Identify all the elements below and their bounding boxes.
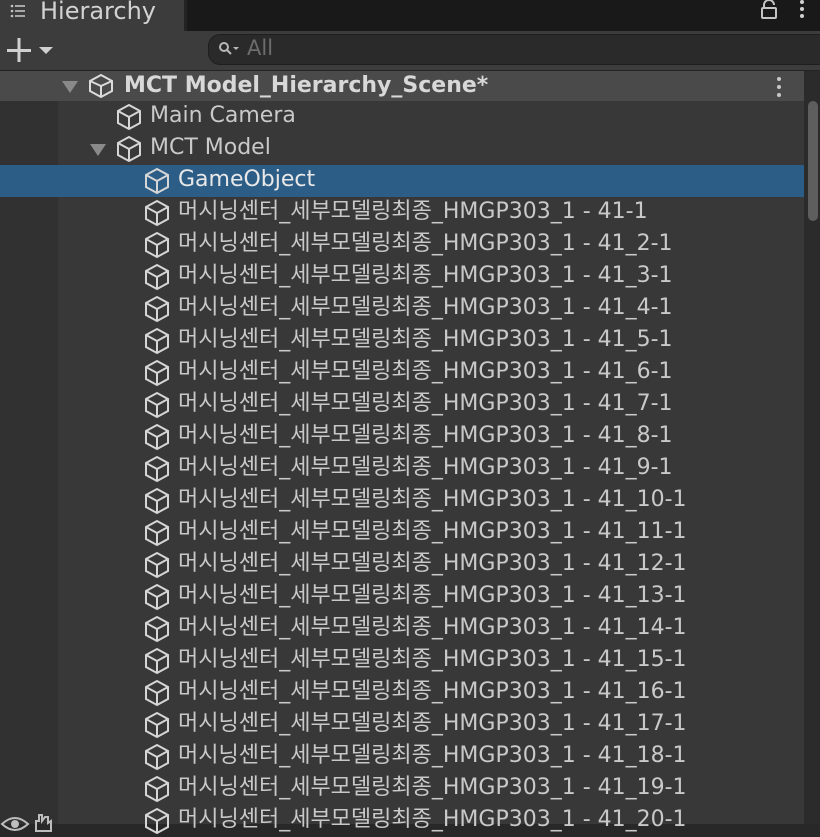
- hierarchy-tree: MCT Model_Hierarchy_Scene* Main Camera MC…: [0, 71, 804, 835]
- cube-icon: [145, 679, 169, 707]
- cube-icon: [145, 519, 169, 547]
- tree-item[interactable]: 머시닝센터_세부모델링최종_HMGP303_1 - 41_14-1: [0, 613, 804, 645]
- cube-icon: [145, 391, 169, 419]
- cube-icon: [145, 807, 169, 835]
- tree-item[interactable]: 머시닝센터_세부모델링최종_HMGP303_1 - 41_8-1: [0, 421, 804, 453]
- tree-item-label: 머시닝센터_세부모델링최종_HMGP303_1 - 41-1: [178, 199, 648, 224]
- triangle-down-icon[interactable]: [62, 81, 78, 93]
- tree-item-label: 머시닝센터_세부모델링최종_HMGP303_1 - 41_8-1: [178, 423, 673, 448]
- eye-icon[interactable]: [0, 815, 30, 833]
- tree-item-label: 머시닝센터_세부모델링최종_HMGP303_1 - 41_3-1: [178, 263, 673, 288]
- tree-item[interactable]: 머시닝센터_세부모델링최종_HMGP303_1 - 41_5-1: [0, 325, 804, 357]
- tree-item[interactable]: 머시닝센터_세부모델링최종_HMGP303_1 - 41_7-1: [0, 389, 804, 421]
- cube-icon: [145, 455, 169, 483]
- tree-item-label: 머시닝센터_세부모델링최종_HMGP303_1 - 41_2-1: [178, 231, 673, 256]
- tree-item-label: 머시닝센터_세부모델링최종_HMGP303_1 - 41_20-1: [178, 807, 687, 832]
- tree-item[interactable]: 머시닝센터_세부모델링최종_HMGP303_1 - 41_16-1: [0, 677, 804, 709]
- tree-item-main-camera[interactable]: Main Camera: [0, 101, 804, 133]
- cube-icon: [145, 615, 169, 643]
- cube-icon: [145, 327, 169, 355]
- scene-name: MCT Model_Hierarchy_Scene*: [124, 73, 489, 98]
- cube-icon: [145, 487, 169, 515]
- cube-icon: [117, 135, 141, 163]
- tree-item-label: 머시닝센터_세부모델링최종_HMGP303_1 - 41_15-1: [178, 647, 687, 672]
- cube-icon: [145, 775, 169, 803]
- cube-icon: [145, 551, 169, 579]
- tree-item-mct-model[interactable]: MCT Model: [0, 133, 804, 165]
- tree-item-label: 머시닝센터_세부모델링최종_HMGP303_1 - 41_12-1: [178, 551, 687, 576]
- tree-item[interactable]: 머시닝센터_세부모델링최종_HMGP303_1 - 41_11-1: [0, 517, 804, 549]
- search-input[interactable]: All: [208, 34, 820, 65]
- tree-item-label: 머시닝센터_세부모델링최종_HMGP303_1 - 41_10-1: [178, 487, 687, 512]
- tree-item[interactable]: 머시닝센터_세부모델링최종_HMGP303_1 - 41_15-1: [0, 645, 804, 677]
- cube-icon: [145, 167, 169, 195]
- scene-menu-icon[interactable]: [772, 75, 786, 99]
- tree-item-label: GameObject: [178, 167, 316, 192]
- tree-item[interactable]: 머시닝센터_세부모델링최종_HMGP303_1 - 41_6-1: [0, 357, 804, 389]
- tab-bar: Hierarchy: [0, 0, 820, 31]
- lock-icon[interactable]: [758, 0, 780, 20]
- cube-icon: [145, 295, 169, 323]
- tree-item[interactable]: 머시닝센터_세부모델링최종_HMGP303_1 - 41_13-1: [0, 581, 804, 613]
- add-button[interactable]: [6, 35, 58, 65]
- tree-item-label: 머시닝센터_세부모델링최종_HMGP303_1 - 41_5-1: [178, 327, 673, 352]
- tab-title: Hierarchy: [40, 0, 157, 25]
- tree-item[interactable]: 머시닝센터_세부모델링최종_HMGP303_1 - 41-1: [0, 197, 804, 229]
- tree-item-label: 머시닝센터_세부모델링최종_HMGP303_1 - 41_18-1: [178, 743, 687, 768]
- cube-icon: [145, 199, 169, 227]
- cube-icon: [145, 359, 169, 387]
- tree-item[interactable]: 머시닝센터_세부모델링최종_HMGP303_1 - 41_19-1: [0, 773, 804, 805]
- tree-item[interactable]: 머시닝센터_세부모델링최종_HMGP303_1 - 41_12-1: [0, 549, 804, 581]
- cube-icon: [145, 263, 169, 291]
- search-icon: [219, 42, 239, 55]
- cube-icon: [145, 711, 169, 739]
- cube-icon: [145, 647, 169, 675]
- tree-item[interactable]: 머시닝센터_세부모델링최종_HMGP303_1 - 41_4-1: [0, 293, 804, 325]
- tree-item-label: 머시닝센터_세부모델링최종_HMGP303_1 - 41_16-1: [178, 679, 687, 704]
- tree-item-label: 머시닝센터_세부모델링최종_HMGP303_1 - 41_4-1: [178, 295, 673, 320]
- tree-item-label: 머시닝센터_세부모델링최종_HMGP303_1 - 41_17-1: [178, 711, 687, 736]
- cube-icon: [117, 103, 141, 131]
- list-icon: [10, 4, 25, 18]
- unity-scene-icon: [89, 74, 113, 98]
- tree-item[interactable]: 머시닝센터_세부모델링최종_HMGP303_1 - 41_20-1: [0, 805, 804, 837]
- hand-icon[interactable]: [32, 813, 54, 833]
- scrollbar-thumb[interactable]: [808, 101, 818, 221]
- triangle-down-icon[interactable]: [90, 144, 106, 156]
- tab-divider: [184, 0, 187, 31]
- kebab-menu-icon[interactable]: [795, 0, 809, 20]
- tree-item-label: 머시닝센터_세부모델링최종_HMGP303_1 - 41_13-1: [178, 583, 687, 608]
- search-placeholder: All: [247, 36, 274, 60]
- tree-item-label: 머시닝센터_세부모델링최종_HMGP303_1 - 41_6-1: [178, 359, 673, 384]
- tree-item[interactable]: 머시닝센터_세부모델링최종_HMGP303_1 - 41_2-1: [0, 229, 804, 261]
- tree-item-label: 머시닝센터_세부모델링최종_HMGP303_1 - 41_11-1: [178, 519, 687, 544]
- plus-icon: [7, 38, 31, 62]
- tree-item-label: 머시닝센터_세부모델링최종_HMGP303_1 - 41_7-1: [178, 391, 673, 416]
- scene-row[interactable]: MCT Model_Hierarchy_Scene*: [0, 71, 804, 101]
- cube-icon: [145, 583, 169, 611]
- tree-item-label: 머시닝센터_세부모델링최종_HMGP303_1 - 41_9-1: [178, 455, 673, 480]
- tree-item-gameobject[interactable]: GameObject: [0, 165, 804, 197]
- vertical-scrollbar[interactable]: [804, 71, 820, 824]
- tree-item-label: 머시닝센터_세부모델링최종_HMGP303_1 - 41_14-1: [178, 615, 687, 640]
- tree-item-label: 머시닝센터_세부모델링최종_HMGP303_1 - 41_19-1: [178, 775, 687, 800]
- tab-hierarchy[interactable]: Hierarchy: [0, 0, 184, 31]
- cube-icon: [145, 231, 169, 259]
- hierarchy-toolbar: All: [0, 31, 820, 71]
- tree-item[interactable]: 머시닝센터_세부모델링최종_HMGP303_1 - 41_18-1: [0, 741, 804, 773]
- cube-icon: [145, 743, 169, 771]
- cube-icon: [145, 423, 169, 451]
- tree-item[interactable]: 머시닝센터_세부모델링최종_HMGP303_1 - 41_17-1: [0, 709, 804, 741]
- tree-item-label: Main Camera: [150, 103, 296, 128]
- chevron-down-icon: [39, 47, 53, 54]
- tree-item[interactable]: 머시닝센터_세부모델링최종_HMGP303_1 - 41_3-1: [0, 261, 804, 293]
- tree-item[interactable]: 머시닝센터_세부모델링최종_HMGP303_1 - 41_9-1: [0, 453, 804, 485]
- tree-item-label: MCT Model: [150, 135, 271, 160]
- tree-item[interactable]: 머시닝센터_세부모델링최종_HMGP303_1 - 41_10-1: [0, 485, 804, 517]
